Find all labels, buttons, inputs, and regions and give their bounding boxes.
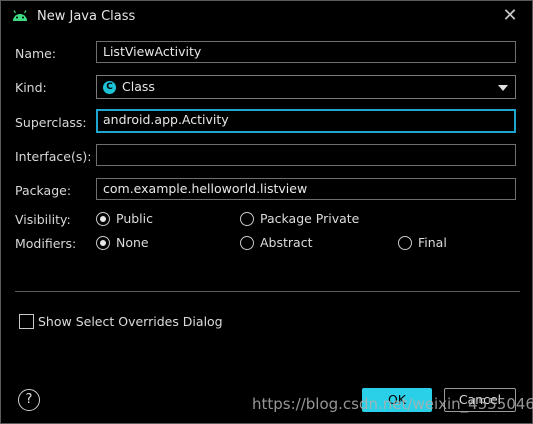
package-field[interactable]: com.example.helloworld.listview: [96, 178, 516, 200]
package-label: Package:: [15, 183, 72, 198]
chevron-down-icon: [498, 85, 508, 91]
separator: [15, 291, 520, 292]
superclass-field[interactable]: android.app.Activity: [96, 109, 516, 133]
radio-label: Package Private: [260, 211, 360, 226]
radio-label: Abstract: [260, 235, 313, 250]
title-bar: New Java Class ✕: [1, 1, 532, 31]
dialog-title: New Java Class: [37, 9, 136, 24]
interfaces-label: Interface(s):: [15, 149, 92, 164]
radio-circle: [398, 236, 412, 250]
ok-button[interactable]: OK: [362, 388, 432, 412]
modifiers-abstract-radio[interactable]: Abstract: [240, 235, 330, 251]
visibility-package-private-radio[interactable]: Package Private: [240, 211, 370, 227]
kind-dropdown[interactable]: C Class: [96, 75, 516, 99]
kind-label: Kind:: [15, 80, 47, 95]
name-label: Name:: [15, 46, 57, 61]
radio-label: Final: [418, 235, 447, 250]
radio-circle: [96, 212, 110, 226]
radio-circle: [240, 212, 254, 226]
android-icon: [12, 9, 28, 22]
modifiers-final-radio[interactable]: Final: [398, 235, 458, 251]
modifiers-label: Modifiers:: [15, 236, 77, 251]
interfaces-field[interactable]: [96, 144, 516, 166]
kind-value: Class: [122, 79, 155, 94]
radio-circle: [96, 236, 110, 250]
cancel-button[interactable]: Cancel: [444, 388, 516, 412]
radio-label: None: [116, 235, 149, 250]
close-button[interactable]: ✕: [497, 4, 523, 28]
name-field[interactable]: ListViewActivity: [96, 41, 516, 63]
show-overrides-checkbox[interactable]: [19, 314, 34, 329]
new-java-class-dialog: New Java Class ✕ Name: ListViewActivity …: [0, 0, 533, 424]
superclass-label: Superclass:: [15, 115, 87, 130]
modifiers-none-radio[interactable]: None: [96, 235, 166, 251]
show-overrides-label[interactable]: Show Select Overrides Dialog: [38, 314, 223, 329]
radio-label: Public: [116, 211, 153, 226]
class-icon: C: [103, 81, 116, 94]
visibility-public-radio[interactable]: Public: [96, 211, 176, 227]
help-icon[interactable]: ?: [18, 389, 40, 411]
radio-circle: [240, 236, 254, 250]
visibility-label: Visibility:: [15, 212, 71, 227]
